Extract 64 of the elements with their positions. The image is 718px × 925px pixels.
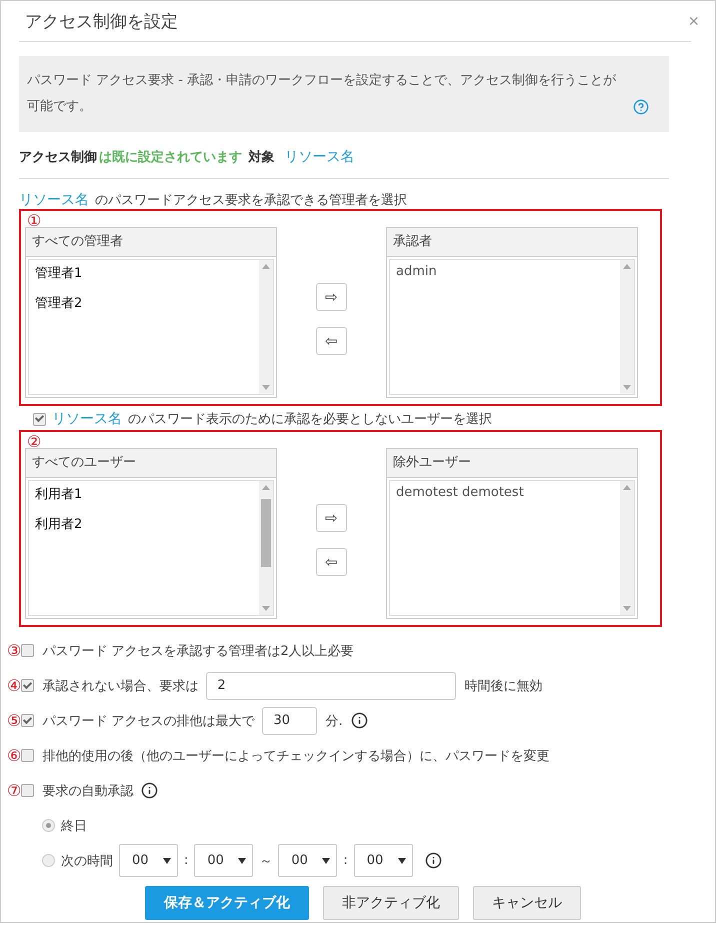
add-button[interactable]: ⇨ <box>316 283 347 311</box>
step-marker: ⑥ <box>7 748 22 764</box>
info-icon[interactable] <box>141 782 158 799</box>
time-separator: : <box>184 853 188 868</box>
checkbox[interactable] <box>21 679 34 692</box>
section-label: のパスワード表示のために承認を必要としないユーザーを選択 <box>128 411 492 428</box>
panel-header: すべての管理者 <box>26 228 276 257</box>
step-marker: ⑦ <box>7 782 22 798</box>
time-select[interactable]: 00 <box>354 844 413 877</box>
checkbox[interactable] <box>21 714 34 727</box>
step-marker: ① <box>27 213 42 229</box>
info-icon[interactable] <box>424 852 442 869</box>
action-button[interactable]: キャンセル <box>473 886 581 920</box>
remove-button[interactable]: ⇦ <box>316 327 347 355</box>
checkbox[interactable] <box>21 644 34 657</box>
step-marker: ⑤ <box>7 712 22 728</box>
checkbox[interactable] <box>21 749 34 762</box>
panel-header: 除外ユーザー <box>387 449 637 478</box>
list-item[interactable]: demotest demotest <box>396 485 614 500</box>
info-icon[interactable] <box>350 712 368 729</box>
section-label: のパスワードアクセス要求を承認できる管理者を選択 <box>95 192 407 209</box>
option-label: 要求の自動承認 <box>42 782 134 800</box>
dialog-title: アクセス制御を設定 <box>24 10 178 32</box>
option-label: 承認されない場合、要求は <box>42 678 198 694</box>
info-text: パスワード アクセス要求 - 承認・申請のワークフローを設定することで、アクセス制御を行うことが可能です。 <box>27 72 618 116</box>
list-item[interactable]: 管理者1 <box>35 264 253 282</box>
time-select[interactable]: 00 <box>278 844 338 877</box>
list-item[interactable]: admin <box>396 264 614 279</box>
radio-button[interactable] <box>42 819 55 832</box>
checkbox[interactable] <box>21 784 34 797</box>
help-icon[interactable] <box>633 99 649 115</box>
option-label: 排他的使用の後（他のユーザーによってチェックインする場合）に、パスワードを変更 <box>42 748 550 764</box>
list-item[interactable]: 利用者1 <box>35 485 253 503</box>
radio-button[interactable] <box>42 854 55 867</box>
number-field[interactable]: 2 <box>206 672 456 700</box>
radio-label: 終日 <box>61 818 87 834</box>
target-label: 対象 <box>247 148 275 166</box>
step-marker: ② <box>27 434 42 450</box>
panel-header: 承認者 <box>387 228 637 257</box>
option-label: パスワード アクセスを承認する管理者は2人以上必要 <box>42 642 354 660</box>
checkbox[interactable] <box>33 412 46 426</box>
step-marker: ④ <box>7 678 22 694</box>
unit-label: 分. <box>325 712 343 730</box>
scrollbar[interactable] <box>620 260 634 394</box>
scrollbar[interactable] <box>259 260 273 394</box>
list-item[interactable]: 管理者2 <box>35 294 253 312</box>
number-field[interactable]: 30 <box>262 706 318 734</box>
scrollbar[interactable] <box>259 481 273 615</box>
time-select[interactable]: 00 <box>194 844 254 877</box>
time-separator: ～ <box>259 852 272 870</box>
list-item[interactable]: 利用者2 <box>35 515 253 533</box>
option-label: パスワード アクセスの排他は最大で <box>42 712 254 730</box>
scrollbar[interactable] <box>620 481 634 615</box>
unit-label: 時間後に無効 <box>464 678 542 694</box>
radio-label: 次の時間 <box>61 852 113 870</box>
action-button[interactable]: 非アクティブ化 <box>323 886 459 920</box>
step-marker: ③ <box>7 642 22 658</box>
panel-header: すべてのユーザー <box>26 449 276 478</box>
time-select[interactable]: 00 <box>119 844 178 877</box>
add-button[interactable]: ⇨ <box>316 504 347 532</box>
time-separator: : <box>343 853 348 868</box>
status-label: アクセス制御 <box>19 149 97 166</box>
status-message: は既に設定されています <box>99 148 242 166</box>
remove-button[interactable]: ⇦ <box>316 548 347 576</box>
